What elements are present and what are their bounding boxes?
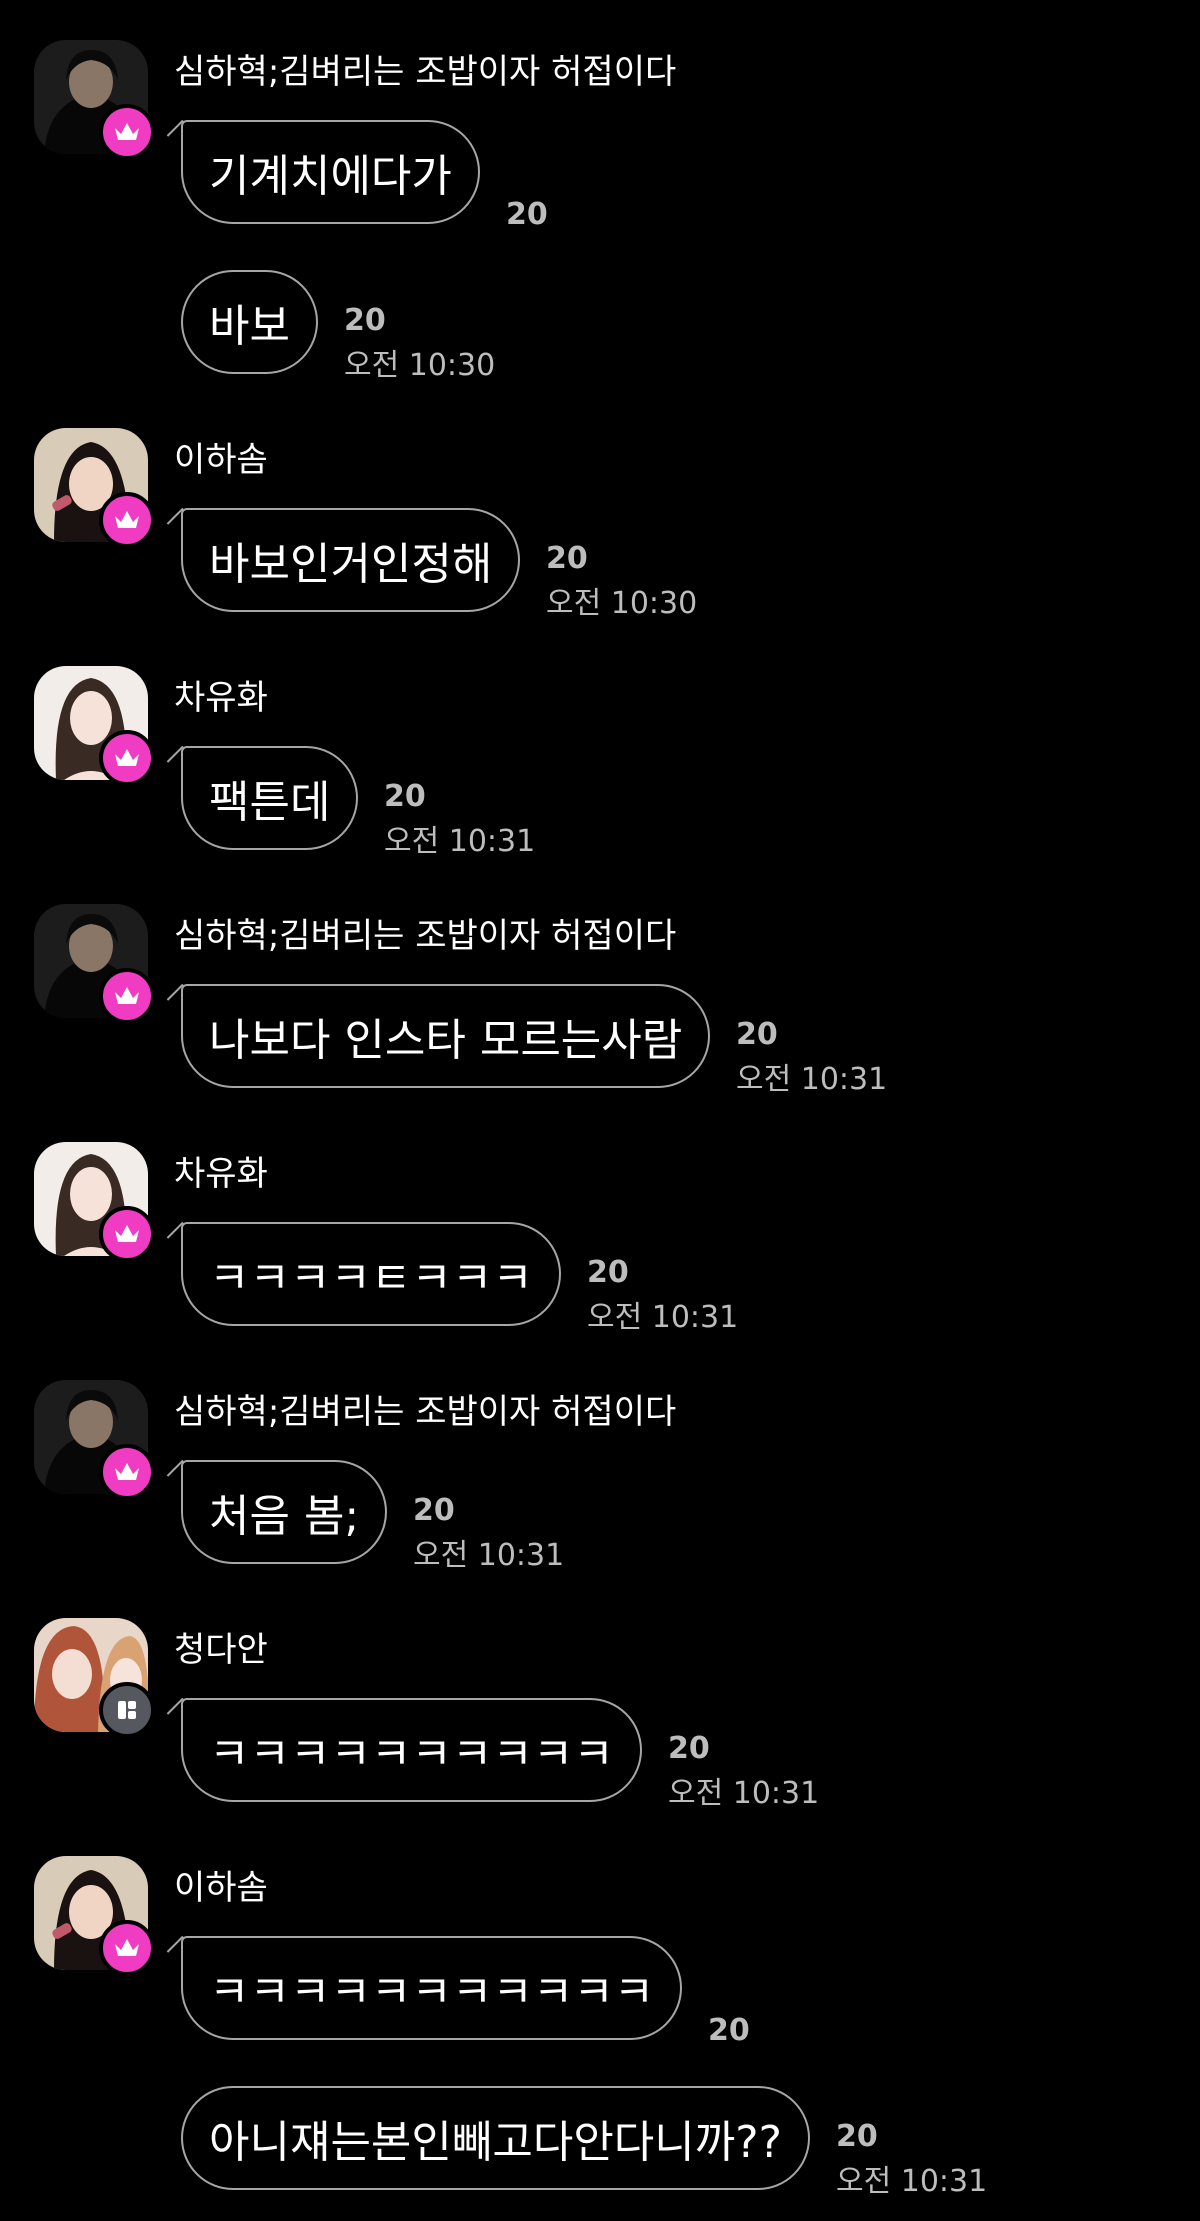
crown-icon [115,1225,139,1242]
badge [99,104,155,160]
message-bubble[interactable]: ㅋㅋㅋㅋㅌㅋㅋㅋ [181,1222,561,1326]
read-count: 20 [668,1731,710,1766]
badge [99,730,155,786]
read-count: 20 [736,1017,778,1052]
timestamp: 오전 10:30 [344,348,496,383]
crown-icon [115,511,139,528]
read-count: 20 [384,779,426,814]
crown-icon [115,749,139,766]
message-meta: 20 [708,2013,750,2048]
timestamp: 오전 10:31 [668,1776,820,1811]
message-bubble[interactable]: 나보다 인스타 모르는사람 [181,984,711,1088]
message-meta: 20 [506,197,548,232]
message-meta: 20 오전 10:31 [736,1017,887,1098]
message-meta: 20 오전 10:30 [344,303,495,384]
read-count: 20 [506,197,548,232]
badge [99,1206,155,1262]
read-count: 20 [546,541,588,576]
message-meta: 20 오전 10:31 [384,779,535,860]
badge [99,968,155,1024]
badge [99,1920,155,1976]
message-meta: 20 오전 10:31 [668,1731,819,1812]
message-bubble[interactable]: ㅋㅋㅋㅋㅋㅋㅋㅋㅋㅋㅋ [181,1936,683,2040]
sender-name: 청다안 [174,1630,268,1670]
message-bubble[interactable]: 팩튼데 [181,746,359,850]
sender-name: 이하솜 [174,440,268,480]
message-meta: 20 오전 10:31 [413,1493,564,1574]
read-count: 20 [344,303,386,338]
crown-icon [115,987,139,1004]
timestamp: 오전 10:31 [736,1062,888,1097]
sender-name: 심하혁;김벼리는 조밥이자 허접이다 [174,52,677,92]
timestamp: 오전 10:31 [413,1538,565,1573]
sender-name: 이하솜 [174,1868,268,1908]
message-bubble[interactable]: 바보 [181,270,318,374]
message-meta: 20 오전 10:31 [587,1255,738,1336]
read-count: 20 [836,2119,878,2154]
message-bubble[interactable]: 처음 봄; [181,1460,388,1564]
message-meta: 20 오전 10:31 [836,2119,987,2200]
message-bubble[interactable]: ㅋㅋㅋㅋㅋㅋㅋㅋㅋㅋ [181,1698,642,1802]
app-badge-icon [118,1701,136,1719]
timestamp: 오전 10:31 [384,824,536,859]
sender-name: 심하혁;김벼리는 조밥이자 허접이다 [174,1392,677,1432]
sender-name: 차유화 [174,678,268,718]
timestamp: 오전 10:30 [546,586,698,621]
sender-name: 심하혁;김벼리는 조밥이자 허접이다 [174,916,677,956]
message-bubble[interactable]: 아니쟤는본인빼고다안다니까?? [181,2086,810,2190]
crown-icon [115,1939,139,1956]
message-bubble[interactable]: 기계치에다가 [181,120,480,224]
sender-name: 차유화 [174,1154,268,1194]
badge [99,1682,155,1738]
read-count: 20 [413,1493,455,1528]
message-bubble[interactable]: 바보인거인정해 [181,508,521,612]
timestamp: 오전 10:31 [587,1300,739,1335]
message-meta: 20 오전 10:30 [546,541,697,622]
read-count: 20 [587,1255,629,1290]
badge [99,492,155,548]
badge [99,1444,155,1500]
crown-icon [115,123,139,140]
read-count: 20 [708,2013,750,2048]
crown-icon [115,1463,139,1480]
timestamp: 오전 10:31 [836,2164,988,2199]
